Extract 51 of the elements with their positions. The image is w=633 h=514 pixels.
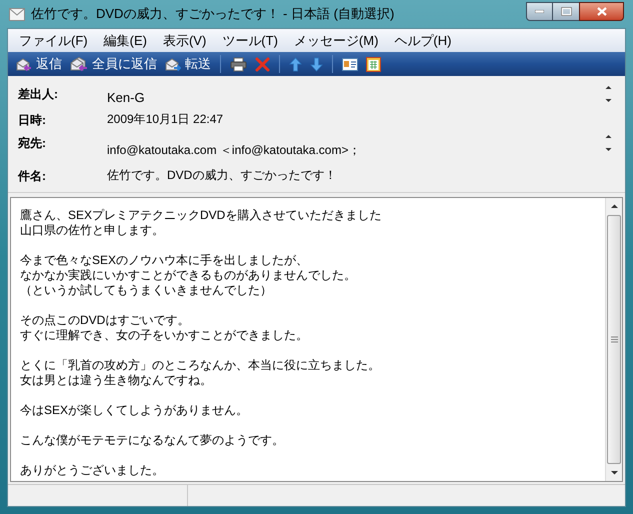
down-arrow-icon — [310, 56, 323, 72]
menu-item[interactable]: 編集(E) — [96, 30, 154, 50]
menu-item[interactable]: 表示(V) — [156, 30, 214, 50]
body-text-line: こんな僕がモテモテになるなんて夢のようです。 — [20, 433, 285, 448]
toolbar-button[interactable]: 転送 — [161, 54, 215, 74]
toolbar-button[interactable]: 全員に返信 — [66, 54, 161, 74]
envelopes-arrow-icon — [70, 56, 88, 72]
envelope-arrow-icon — [16, 56, 32, 72]
body-text-line: とくに「乳首の攻め方」のところなんか、本当に役に立ちました。 — [20, 358, 381, 373]
menu-item[interactable]: メッセージ(M) — [286, 30, 386, 50]
field-label: 日時: — [18, 112, 47, 129]
minimize-icon — [535, 10, 544, 12]
field-label: 件名: — [18, 168, 47, 186]
field-value: Ken-G — [107, 89, 145, 107]
grip-icon — [610, 336, 618, 343]
minimize-button[interactable] — [526, 2, 553, 20]
calendar-icon — [366, 56, 381, 72]
body-text-line: 山口県の佐竹と申します。 — [20, 223, 165, 238]
envelope-arrow-icon — [165, 56, 181, 72]
maximize-icon — [560, 6, 572, 16]
menu-item[interactable]: ツール(T) — [215, 30, 285, 50]
scroll-spinner[interactable] — [604, 133, 613, 154]
body-text-line: なかなか実践にいかすことができるものがありませんでした。 — [20, 268, 357, 283]
close-button[interactable] — [579, 2, 624, 20]
body-text-line: ありがとうございました。 — [20, 463, 165, 478]
up-arrow-icon — [289, 56, 302, 72]
maximize-button[interactable] — [553, 2, 579, 20]
body-text-line: その点このDVDはすごいです。 — [20, 313, 190, 328]
body-text-line: 鷹さん、SEXプレミアテクニックDVDを購入させていただきました — [20, 208, 382, 223]
scrollbar[interactable] — [605, 198, 622, 481]
menu-item[interactable]: ヘルプ(H) — [387, 30, 458, 50]
body-text-line: （というか試してもうまくいきませんでした） — [20, 283, 273, 298]
envelope-icon — [9, 8, 25, 20]
body-text-line: 今まで色々なSEXのノウハウ本に手を出しましたが、 — [20, 253, 310, 268]
field-label: 宛先: — [18, 135, 47, 152]
scroll-spinner[interactable] — [604, 84, 613, 104]
field-value: info@katoutaka.com ＜info@katoutaka.com>； — [107, 142, 360, 160]
delete-icon — [255, 56, 270, 72]
body-text-line: 今はSEXが楽しくてしようがありません。 — [20, 403, 250, 418]
field-value: 2009年10月1日 22:47 — [107, 110, 224, 128]
toolbar-button[interactable]: 返信 — [12, 54, 66, 74]
contact-card-icon — [342, 58, 358, 70]
menu-item[interactable]: ファイル(F) — [12, 30, 95, 50]
field-label: 差出人: — [18, 86, 59, 103]
close-icon — [596, 6, 606, 16]
printer-icon — [230, 56, 247, 72]
window-title: 佐竹です。DVDの威力、すごかったです！ - 日本語 (自動選択) — [31, 5, 394, 24]
field-value: 佐竹です。DVDの威力、すごかったです！ — [107, 167, 336, 184]
body-text-line: 女は男とは違う生き物なんですね。 — [20, 373, 213, 388]
scroll-thumb[interactable] — [607, 215, 621, 464]
body-text-line: すぐに理解でき、女の子をいかすことができました。 — [20, 328, 309, 343]
